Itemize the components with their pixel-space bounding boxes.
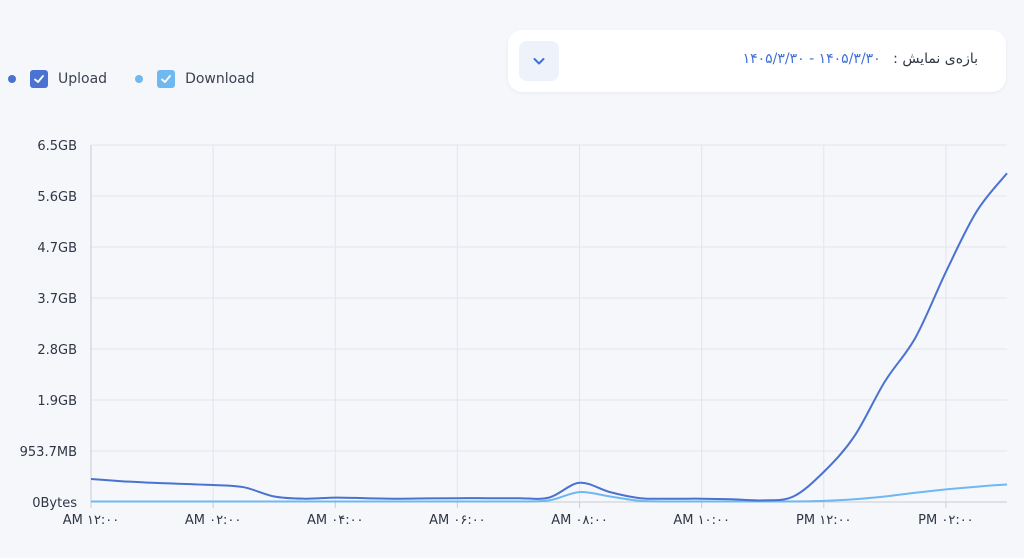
y-tick-label: 3.7GB [37, 292, 77, 307]
y-tick-label: 4.7GB [37, 241, 77, 256]
legend-item-upload[interactable]: Upload [8, 70, 107, 88]
chevron-down-icon [533, 58, 545, 65]
y-tick-label: 953.7MB [20, 445, 77, 460]
download-color-dot [135, 75, 144, 83]
y-tick-label: 6.5GB [37, 139, 77, 154]
upload-legend-label: Upload [58, 71, 108, 87]
date-range-value: ۱۴۰۵/۳/۳۰ - ۱۴۰۵/۳/۳۰ [742, 51, 881, 67]
download-checkbox[interactable] [157, 70, 176, 88]
x-tick-label: AM ۰۶:۰۰ [429, 513, 486, 528]
check-icon [161, 75, 171, 83]
legend-item-download[interactable]: Download [135, 70, 255, 88]
x-tick-label: PM ۰۲:۰۰ [918, 513, 974, 528]
y-tick-label: 5.6GB [37, 190, 77, 205]
upload-checkbox[interactable] [30, 70, 48, 88]
date-range-label: بازه‌ی نمایش : [893, 51, 978, 67]
check-icon [34, 75, 44, 83]
x-tick-label: AM ۰۸:۰۰ [551, 513, 608, 528]
download-legend-label: Download [185, 71, 255, 87]
chart-legend: Upload Download [8, 70, 255, 88]
x-tick-label: AM ۱۲:۰۰ [63, 513, 120, 528]
traffic-line-chart: 0Bytes 953.7MB 1.9GB 2.8GB 3.7GB 4.7GB 5.6GB 6.… [20, 139, 1008, 528]
y-tick-label: 0Bytes [32, 496, 77, 511]
date-range-text: بازه‌ی نمایش : ۱۴۰۵/۳/۳۰ - ۱۴۰۵/۳/۳۰ [743, 51, 978, 67]
x-tick-label: AM ۰۴:۰۰ [307, 513, 364, 528]
date-range-dropdown-button[interactable] [519, 41, 559, 81]
date-range-card: بازه‌ی نمایش : ۱۴۰۵/۳/۳۰ - ۱۴۰۵/۳/۳۰ [508, 30, 1006, 92]
upload-color-dot [8, 75, 16, 83]
x-tick-label: AM ۱۰:۰۰ [673, 513, 730, 528]
y-tick-label: 2.8GB [37, 343, 77, 358]
x-tick-label: PM ۱۲:۰۰ [796, 513, 852, 528]
y-tick-label: 1.9GB [37, 394, 77, 409]
x-tick-label: AM ۰۲:۰۰ [185, 513, 242, 528]
series-line-download [91, 483, 1008, 503]
